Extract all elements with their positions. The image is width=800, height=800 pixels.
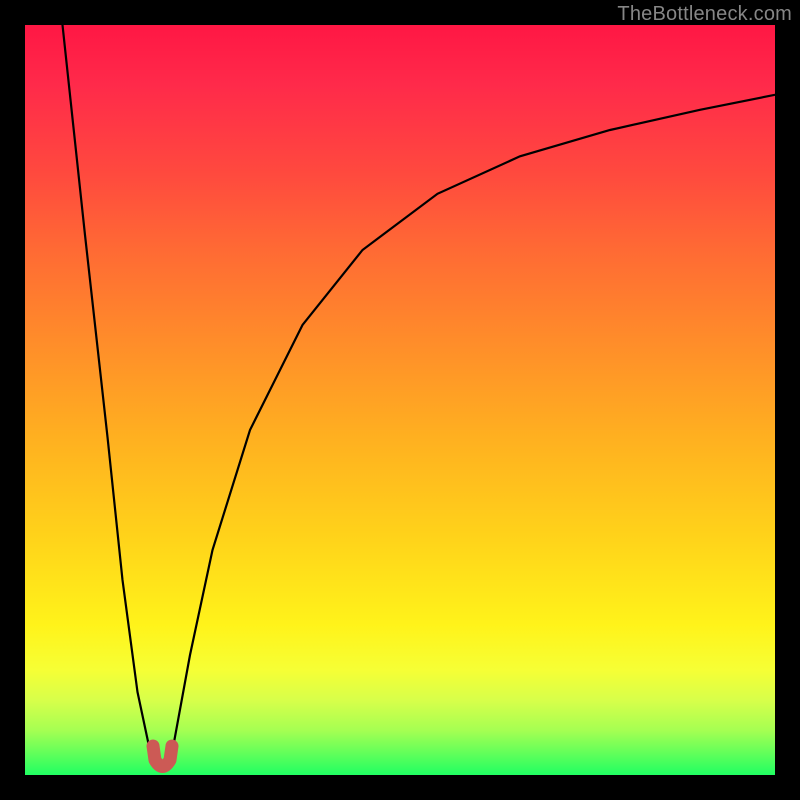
chart-frame: TheBottleneck.com	[0, 0, 800, 800]
minimum-marker	[153, 746, 172, 767]
plot-area	[25, 25, 775, 775]
bottleneck-curve	[63, 25, 776, 765]
curve-layer	[25, 25, 775, 775]
watermark-text: TheBottleneck.com	[617, 3, 792, 26]
